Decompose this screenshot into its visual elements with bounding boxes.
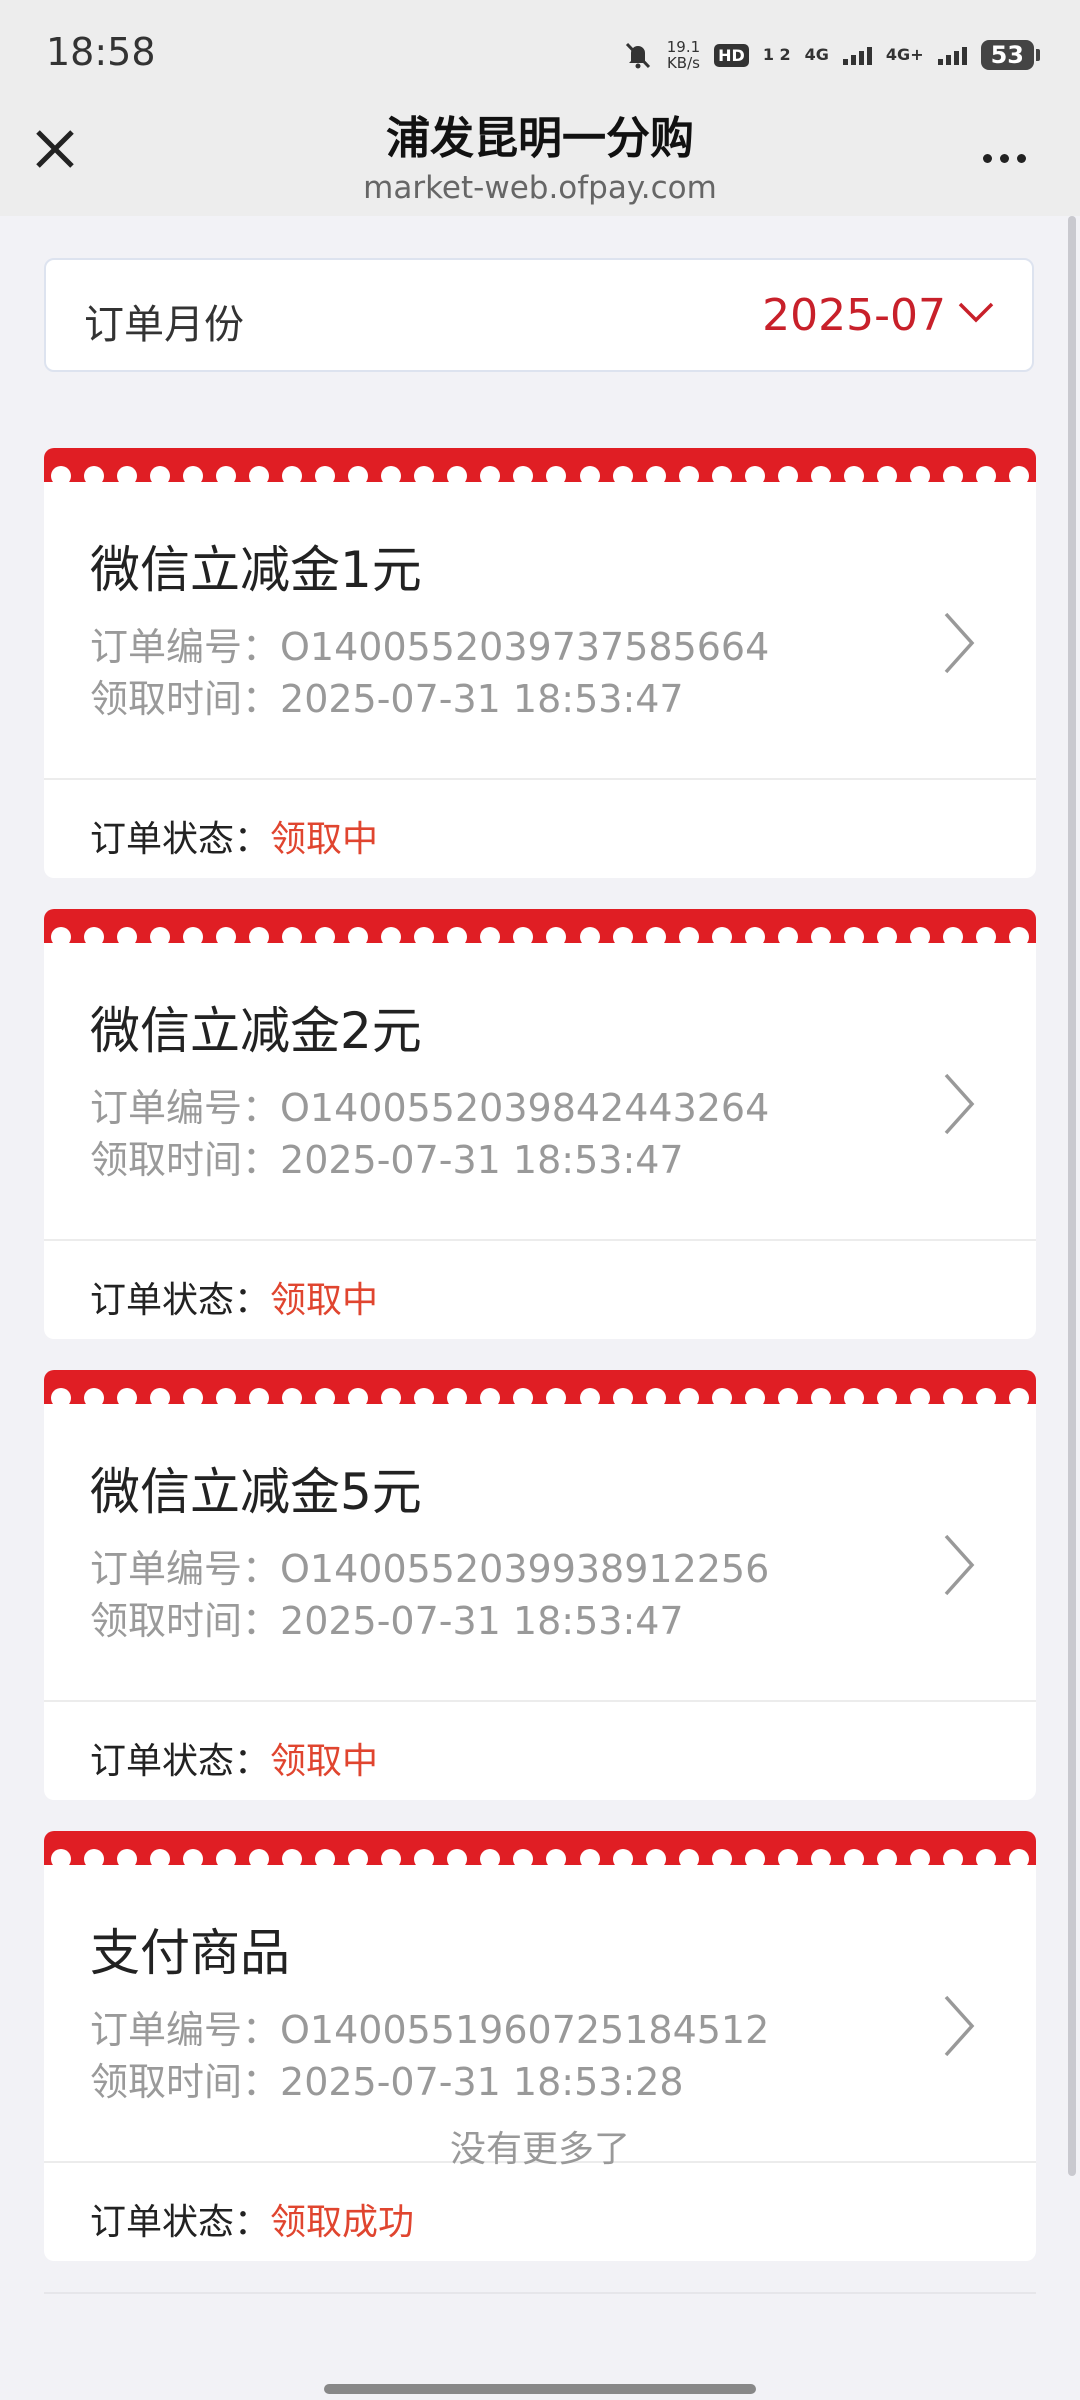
order-card[interactable]: 微信立减金1元 订单编号：O1400552039737585664 领取时间：2… [44,448,1036,878]
claim-time-line: 领取时间：2025-07-31 18:53:47 [90,1590,684,1645]
order-status-row: 订单状态：领取成功 [90,2193,414,2245]
claim-time-label: 领取时间： [90,1138,281,1182]
page-title: 浦发昆明一分购 [386,113,694,164]
month-selector[interactable]: 订单月份 2025-07 [44,258,1034,372]
order-number-label: 订单编号： [90,2008,281,2052]
order-number-line: 订单编号：O1400552039842443264 [90,1077,769,1132]
order-number: O1400552039938912256 [280,1547,770,1591]
month-value: 2025-07 [762,290,946,341]
signal-label-2: 4G+ [885,45,924,64]
card-scallop-edge [44,927,1036,947]
content-area: 订单月份 2025-07 微信立减金1元 订单编号：O1400552039737… [0,216,1080,2400]
signal-bars-2-icon [937,45,967,65]
order-status-row: 订单状态：领取中 [90,810,378,862]
order-title: 微信立减金1元 [90,541,422,599]
order-title: 微信立减金2元 [90,1002,422,1060]
title-bar: 浦发昆明一分购 market-web.ofpay.com [0,100,1080,216]
card-divider [44,1239,1036,1241]
order-status: 领取中 [270,1280,379,1321]
card-divider [44,1700,1036,1702]
chevron-right-icon [944,1073,975,1135]
signal-label-1: 4G [804,45,829,64]
order-card[interactable]: 支付商品 订单编号：O1400551960725184512 领取时间：2025… [44,1831,1036,2261]
order-status-row: 订单状态：领取中 [90,1271,378,1323]
order-number-line: 订单编号：O1400551960725184512 [90,1999,769,2054]
title-block: 浦发昆明一分购 market-web.ofpay.com [0,100,1080,206]
claim-time-label: 领取时间： [90,677,281,721]
net-speed-unit: KB/s [666,54,700,72]
claim-time-line: 领取时间：2025-07-31 18:53:47 [90,668,684,723]
order-status-label: 订单状态： [90,1741,271,1782]
sim-numbers: 1 2 [762,45,791,64]
order-number-line: 订单编号：O1400552039737585664 [90,616,769,671]
hd-badge: HD [714,43,749,67]
claim-time: 2025-07-31 18:53:47 [280,1138,684,1182]
status-bar: 18:58 19.1 KB/s HD 1 2 4G 4G+ 53 [0,0,1080,100]
order-number: O1400552039737585664 [280,625,770,669]
order-status: 领取中 [270,1741,379,1782]
claim-time-label: 领取时间： [90,2060,281,2104]
claim-time-label: 领取时间： [90,1599,281,1643]
claim-time: 2025-07-31 18:53:47 [280,677,684,721]
order-status-row: 订单状态：领取中 [90,1732,378,1784]
status-time: 18:58 [46,30,156,74]
scrollbar[interactable] [1068,216,1076,2176]
order-card[interactable]: 微信立减金5元 订单编号：O1400552039938912256 领取时间：2… [44,1370,1036,1800]
status-icons: 19.1 KB/s HD 1 2 4G 4G+ 53 [623,30,1041,80]
order-number-label: 订单编号： [90,625,281,669]
chevron-down-icon [958,302,994,323]
net-speed-value: 19.1 [666,38,701,56]
chevron-right-icon [944,612,975,674]
chevron-right-icon [944,1995,975,2057]
claim-time: 2025-07-31 18:53:47 [280,1599,684,1643]
order-number-label: 订单编号： [90,1086,281,1130]
battery-icon: 53 [980,40,1041,70]
more-dot-icon [982,153,992,163]
mute-bell-icon [625,42,650,69]
order-title: 微信立减金5元 [90,1463,422,1521]
order-status: 领取中 [270,819,379,860]
home-indicator[interactable] [324,2384,756,2394]
order-number-line: 订单编号：O1400552039938912256 [90,1538,769,1593]
list-end-divider [44,2292,1036,2294]
card-scallop-edge [44,1388,1036,1408]
card-scallop-edge [44,1849,1036,1869]
card-divider [44,778,1036,780]
chevron-right-icon [944,1534,975,1596]
order-status-label: 订单状态： [90,1280,271,1321]
claim-time-line: 领取时间：2025-07-31 18:53:47 [90,1129,684,1184]
signal-bars-1-icon [842,45,872,65]
order-status-label: 订单状态： [90,819,271,860]
more-dot-icon [999,153,1009,163]
order-title: 支付商品 [90,1924,290,1982]
page-url: market-web.ofpay.com [363,170,717,206]
claim-time-line: 领取时间：2025-07-31 18:53:28 [90,2051,684,2106]
claim-time: 2025-07-31 18:53:28 [280,2060,684,2104]
order-number: O1400552039842443264 [280,1086,770,1130]
order-status: 领取成功 [270,2202,415,2243]
more-button[interactable] [964,128,1044,188]
no-more-text: 没有更多了 [449,2129,630,2170]
more-dot-icon [1016,153,1026,163]
order-status-label: 订单状态： [90,2202,271,2243]
order-card[interactable]: 微信立减金2元 订单编号：O1400552039842443264 领取时间：2… [44,909,1036,1339]
order-number: O1400551960725184512 [280,2008,770,2052]
order-number-label: 订单编号： [90,1547,281,1591]
card-scallop-edge [44,466,1036,486]
month-label: 订单月份 [84,302,244,348]
net-speed: 19.1 KB/s [667,39,700,71]
